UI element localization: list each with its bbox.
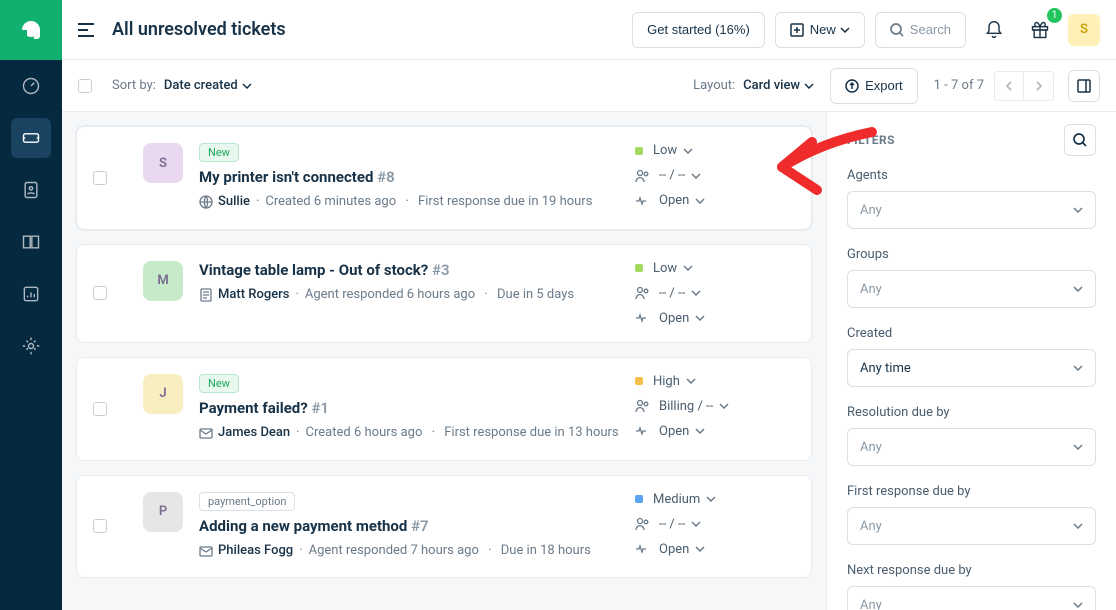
list-controls: Sort by: Date created Layout: Card view … [62, 60, 1116, 112]
filter-panel: FILTERS Agents Any Groups Any Created An… [826, 112, 1116, 610]
page-title: All unresolved tickets [112, 19, 286, 40]
new-button[interactable]: New [775, 12, 865, 48]
assign-dropdown[interactable]: Billing / -- [635, 399, 795, 414]
ticket-tag: payment_option [199, 492, 295, 511]
ticket-meta: Agent responded 7 hours ago · Due in 18 … [309, 541, 591, 562]
ticket-checkbox[interactable] [93, 402, 107, 416]
sort-by-dropdown[interactable]: Date created [164, 78, 252, 93]
ticket-card[interactable]: P payment_option Adding a new payment me… [76, 475, 812, 579]
pager-count: 1 - 7 of 7 [934, 78, 984, 93]
top-bar: All unresolved tickets Get started (16%)… [62, 0, 1116, 60]
ticket-card[interactable]: M Vintage table lamp - Out of stock? #3 … [76, 244, 812, 343]
ticket-title[interactable]: Adding a new payment method #7 [199, 517, 635, 535]
ticket-title[interactable]: Payment failed? #1 [199, 399, 635, 417]
nav-solutions-icon[interactable] [0, 216, 62, 268]
gift-icon[interactable]: 1 [1022, 12, 1058, 48]
pager-next-button[interactable] [1024, 71, 1054, 101]
nav-dashboard-icon[interactable] [0, 60, 62, 112]
requester-avatar: P [143, 492, 183, 532]
ticket-id: #8 [377, 168, 395, 186]
ticket-checkbox[interactable] [93, 171, 107, 185]
filter-label: Groups [847, 247, 1096, 262]
filter-select[interactable]: Any [847, 507, 1096, 545]
brand-logo[interactable] [0, 0, 62, 60]
filters-heading: FILTERS [847, 133, 1064, 147]
priority-dropdown[interactable]: Low [635, 261, 795, 276]
ticket-tag: New [199, 143, 239, 162]
filter-search-button[interactable] [1064, 124, 1096, 156]
nav-settings-icon[interactable] [0, 320, 62, 372]
side-nav [0, 0, 62, 610]
get-started-button[interactable]: Get started (16%) [632, 12, 765, 48]
assign-dropdown[interactable]: -- / -- [635, 168, 795, 183]
filter-select[interactable]: Any [847, 191, 1096, 229]
ticket-meta: Agent responded 6 hours ago · Due in 5 d… [305, 285, 574, 306]
status-dropdown[interactable]: Open [635, 542, 795, 557]
toggle-panel-button[interactable] [1068, 70, 1100, 102]
layout-label: Layout: [693, 78, 735, 93]
requester-name: Matt Rogers [218, 285, 289, 306]
status-dropdown[interactable]: Open [635, 193, 795, 208]
filter-label: Next response due by [847, 563, 1096, 578]
filter-select[interactable]: Any [847, 428, 1096, 466]
ticket-id: #1 [311, 399, 329, 417]
filter-label: Resolution due by [847, 405, 1096, 420]
priority-dropdown[interactable]: Low [635, 143, 795, 158]
nav-contacts-icon[interactable] [0, 164, 62, 216]
pager-prev-button[interactable] [994, 71, 1024, 101]
ticket-title[interactable]: My printer isn't connected #8 [199, 168, 635, 186]
select-all-checkbox[interactable] [78, 79, 92, 93]
hamburger-icon[interactable] [78, 23, 94, 37]
export-button[interactable]: Export [830, 68, 918, 104]
gift-badge: 1 [1047, 8, 1062, 23]
user-avatar[interactable]: S [1068, 14, 1100, 46]
requester-avatar: M [143, 261, 183, 301]
requester-name: Sullie [218, 192, 250, 213]
status-dropdown[interactable]: Open [635, 424, 795, 439]
filter-label: Agents [847, 168, 1096, 183]
ticket-card[interactable]: S New My printer isn't connected #8 Sull… [76, 126, 812, 230]
ticket-tag: New [199, 374, 239, 393]
filter-label: Created [847, 326, 1096, 341]
requester-name: Phileas Fogg [218, 541, 293, 562]
ticket-checkbox[interactable] [93, 286, 107, 300]
ticket-meta: Created 6 hours ago · First response due… [306, 423, 619, 444]
requester-avatar: J [143, 374, 183, 414]
search-button[interactable]: Search [875, 12, 966, 48]
status-dropdown[interactable]: Open [635, 311, 795, 326]
ticket-id: #3 [432, 261, 450, 279]
nav-analytics-icon[interactable] [0, 268, 62, 320]
notifications-icon[interactable] [976, 12, 1012, 48]
ticket-list: S New My printer isn't connected #8 Sull… [62, 112, 826, 610]
requester-avatar: S [143, 143, 183, 183]
priority-dropdown[interactable]: High [635, 374, 795, 389]
filter-select[interactable]: Any [847, 586, 1096, 610]
ticket-card[interactable]: J New Payment failed? #1 James Dean · Cr… [76, 357, 812, 461]
ticket-title[interactable]: Vintage table lamp - Out of stock? #3 [199, 261, 635, 279]
layout-dropdown[interactable]: Card view [743, 78, 814, 93]
filter-label: First response due by [847, 484, 1096, 499]
ticket-id: #7 [411, 517, 429, 535]
filter-select[interactable]: Any time [847, 349, 1096, 387]
filter-select[interactable]: Any [847, 270, 1096, 308]
assign-dropdown[interactable]: -- / -- [635, 286, 795, 301]
priority-dropdown[interactable]: Medium [635, 492, 795, 507]
nav-tickets-icon[interactable] [11, 118, 51, 158]
ticket-checkbox[interactable] [93, 519, 107, 533]
ticket-meta: Created 6 minutes ago · First response d… [265, 192, 592, 213]
assign-dropdown[interactable]: -- / -- [635, 517, 795, 532]
requester-name: James Dean [218, 423, 290, 444]
sort-by-label: Sort by: [112, 78, 156, 93]
